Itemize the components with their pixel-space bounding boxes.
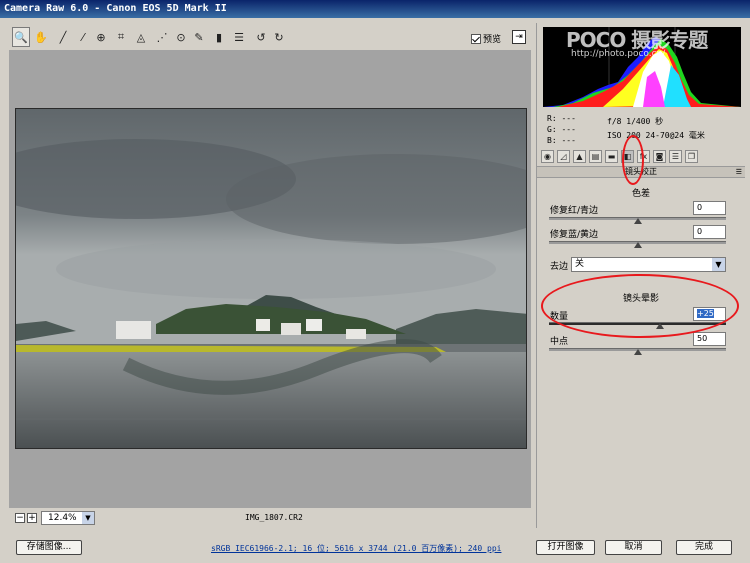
photo-preview bbox=[15, 108, 527, 449]
red-cyan-thumb[interactable] bbox=[633, 218, 642, 224]
tab-hsl[interactable]: ▤ bbox=[589, 150, 602, 163]
exif-info: f/8 1/400 秒 ISO 200 24-70@24 毫米 bbox=[607, 115, 705, 143]
tab-detail[interactable]: ▲ bbox=[573, 150, 586, 163]
zoom-out-button[interactable]: − bbox=[15, 513, 25, 523]
tab-presets[interactable]: ☰ bbox=[669, 150, 682, 163]
defringe-label: 去边 bbox=[550, 262, 569, 272]
tab-camera-calibration[interactable]: ◙ bbox=[653, 150, 666, 163]
preview-checkbox[interactable] bbox=[471, 33, 481, 44]
watermark-url: http://photo.poco.cn/ bbox=[571, 49, 666, 59]
defringe-select[interactable]: 关 ▼ bbox=[571, 257, 726, 272]
color-sampler-icon[interactable]: ⁄ bbox=[74, 27, 92, 47]
tab-split-toning[interactable]: ▬ bbox=[605, 150, 618, 163]
cancel-button[interactable]: 取消 bbox=[605, 540, 662, 555]
readout-g: G: --- bbox=[547, 125, 576, 134]
open-image-button[interactable]: 打开图像 bbox=[536, 540, 595, 555]
midpoint-value: 50 bbox=[697, 334, 708, 343]
status-bar: − + 12.4% ▼ IMG_1807.CR2 bbox=[9, 508, 531, 528]
red-cyan-label: 修复红/青边 bbox=[550, 206, 599, 216]
blue-yellow-input[interactable]: 0 bbox=[693, 225, 726, 239]
blue-yellow-thumb[interactable] bbox=[633, 242, 642, 248]
hand-icon[interactable]: ✋ bbox=[32, 27, 50, 47]
blue-yellow-label: 修复蓝/黄边 bbox=[550, 230, 599, 240]
target-icon[interactable]: ⊕ bbox=[92, 27, 110, 47]
tab-snapshots[interactable]: ❐ bbox=[685, 150, 698, 163]
preview-label: 预览 bbox=[483, 35, 502, 45]
readout-r: R: --- bbox=[547, 114, 576, 123]
fullscreen-icon[interactable]: ⇥ bbox=[512, 30, 526, 44]
zoom-in-button[interactable]: + bbox=[27, 513, 37, 523]
gradient-icon[interactable]: ▮ bbox=[210, 27, 228, 47]
save-image-button[interactable]: 存储图像... bbox=[16, 540, 82, 555]
rgb-readout: R: --- G: --- B: --- bbox=[547, 113, 576, 146]
rotate-ccw-icon[interactable]: ↺ bbox=[252, 27, 270, 47]
annotation-ellipse-tab bbox=[622, 135, 644, 185]
brush-icon[interactable]: ✎ bbox=[190, 27, 208, 47]
chromatic-aberration-title: 色差 bbox=[631, 189, 650, 199]
midpoint-input[interactable]: 50 bbox=[693, 332, 726, 346]
spot-removal-icon[interactable]: ⋰ bbox=[153, 27, 171, 47]
chevron-down-icon: ▼ bbox=[712, 258, 725, 271]
panel-menu-icon[interactable]: ☰ bbox=[736, 167, 742, 177]
tab-tone-curve[interactable]: ◿ bbox=[557, 150, 570, 163]
eyedropper-icon[interactable]: ╱ bbox=[54, 27, 72, 47]
midpoint-thumb[interactable] bbox=[633, 349, 642, 355]
tab-basic[interactable]: ◉ bbox=[541, 150, 554, 163]
toolbar: 🔍 ✋ ╱ ⁄ ⊕ ⌗ ◬ ⋰ ⊙ ✎ ▮ ☰ ↺ ↻ bbox=[8, 27, 528, 49]
magnifier-icon[interactable]: 🔍 bbox=[12, 27, 30, 47]
midpoint-label: 中点 bbox=[550, 337, 569, 347]
window-title: Camera Raw 6.0 - Canon EOS 5D Mark II bbox=[0, 0, 750, 18]
blue-yellow-value: 0 bbox=[697, 227, 703, 236]
exif-iso-lens: ISO 200 24-70@24 毫米 bbox=[607, 131, 705, 140]
defringe-value: 关 bbox=[575, 259, 585, 269]
chevron-down-icon: ▼ bbox=[82, 512, 94, 524]
workflow-options-link[interactable]: sRGB IEC61966-2.1; 16 位; 5616 x 3744 (21… bbox=[211, 543, 501, 554]
rotate-cw-icon[interactable]: ↻ bbox=[270, 27, 288, 47]
readout-b: B: --- bbox=[547, 136, 576, 145]
exif-exposure: f/8 1/400 秒 bbox=[607, 117, 664, 126]
red-cyan-input[interactable]: 0 bbox=[693, 201, 726, 215]
list-icon[interactable]: ☰ bbox=[230, 27, 248, 47]
zoom-level-value: 12.4% bbox=[48, 513, 77, 523]
crop-icon[interactable]: ⌗ bbox=[112, 27, 130, 47]
red-cyan-value: 0 bbox=[697, 203, 703, 212]
straighten-icon[interactable]: ◬ bbox=[132, 27, 150, 47]
filename-label: IMG_1807.CR2 bbox=[245, 513, 303, 522]
preview-toggle[interactable]: 预览 bbox=[471, 32, 501, 45]
annotation-ellipse-vignetting bbox=[541, 274, 739, 338]
zoom-level-select[interactable]: 12.4% ▼ bbox=[41, 511, 95, 525]
red-eye-icon[interactable]: ⊙ bbox=[172, 27, 190, 47]
done-button[interactable]: 完成 bbox=[676, 540, 732, 555]
